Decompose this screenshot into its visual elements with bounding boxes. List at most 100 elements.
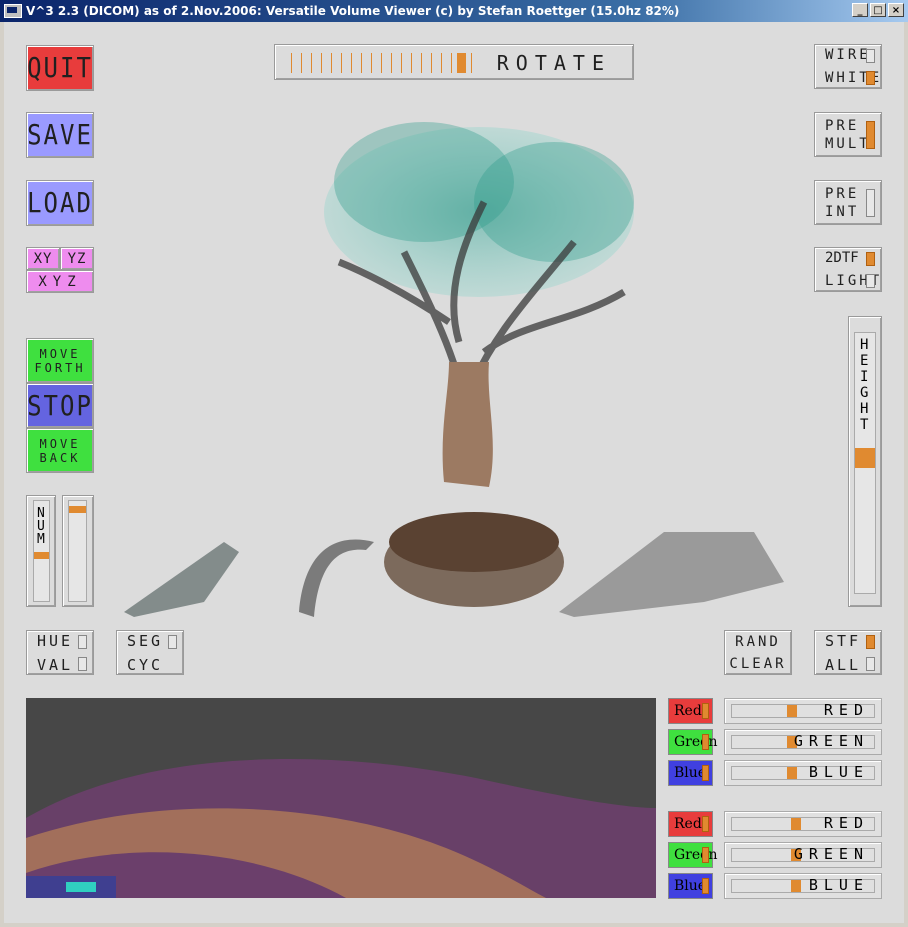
trunk bbox=[442, 362, 493, 487]
wire-white-toggle[interactable]: WIRE WHITE bbox=[814, 44, 882, 89]
height-slider[interactable]: HEIGHT bbox=[854, 332, 876, 594]
group2-blue-slider[interactable]: BLUE bbox=[724, 873, 882, 899]
title-bar[interactable]: V^3 2.3 (DICOM) as of 2.Nov.2006: Versat… bbox=[0, 0, 908, 22]
pre-int-toggle[interactable]: PRE INT bbox=[814, 180, 882, 225]
quit-button[interactable]: QUIT bbox=[26, 45, 94, 91]
channel-toggle[interactable] bbox=[702, 734, 709, 750]
stf-label: STF bbox=[825, 631, 862, 650]
depth-slider[interactable] bbox=[68, 500, 87, 602]
stf-all-toggle[interactable]: STF ALL bbox=[814, 630, 882, 675]
channel-toggle[interactable] bbox=[702, 765, 709, 781]
2dtf-toggle[interactable] bbox=[866, 252, 875, 266]
group2-blue-channel-button[interactable]: Blue bbox=[668, 873, 713, 899]
rand-label: RAND bbox=[735, 633, 781, 650]
channel-button-label: Red bbox=[674, 816, 702, 832]
slider-knob[interactable] bbox=[791, 818, 801, 830]
slice-right bbox=[559, 532, 784, 617]
channel-toggle[interactable] bbox=[702, 878, 709, 894]
app-icon bbox=[4, 4, 22, 18]
group2-red-channel-button[interactable]: Red bbox=[668, 811, 713, 837]
viewer-canvas[interactable]: QUIT SAVE LOAD XY YZ XYZ MOVE FORTH STOP… bbox=[4, 22, 904, 923]
2dtf-light-toggle[interactable]: 2DTF LIGHT bbox=[814, 247, 882, 292]
maximize-button[interactable]: □ bbox=[870, 3, 886, 17]
move-forth-button[interactable]: MOVE FORTH bbox=[26, 338, 94, 383]
slider-knob[interactable] bbox=[791, 880, 801, 892]
load-button[interactable]: LOAD bbox=[26, 180, 94, 226]
slider-label: BLUE bbox=[808, 876, 869, 894]
stf-toggle[interactable] bbox=[866, 635, 875, 649]
white-toggle[interactable] bbox=[866, 71, 875, 85]
channel-toggle[interactable] bbox=[702, 703, 709, 719]
depth-slider-knob[interactable] bbox=[69, 506, 86, 513]
val-label: VAL bbox=[37, 655, 74, 674]
group1-green-channel-button[interactable]: Green bbox=[668, 729, 717, 755]
slider-label: GREEN bbox=[793, 732, 869, 750]
stop-button[interactable]: STOP bbox=[26, 383, 94, 428]
pre-int-label-1: PRE bbox=[825, 185, 860, 202]
group1-green-slider[interactable]: GREEN bbox=[724, 729, 882, 755]
rotate-slider-knob[interactable] bbox=[457, 53, 466, 73]
yz-label: YZ bbox=[67, 250, 87, 267]
transfer-function-preview[interactable] bbox=[26, 698, 656, 898]
close-button[interactable]: × bbox=[888, 3, 904, 17]
xy-view-button[interactable]: XY bbox=[26, 247, 60, 270]
rotate-slider[interactable]: ROTATE bbox=[274, 44, 634, 80]
yz-view-button[interactable]: YZ bbox=[60, 247, 94, 270]
slider-label: RED bbox=[823, 814, 869, 832]
group2-green-channel-button[interactable]: Green bbox=[668, 842, 717, 868]
pre-int-indicator[interactable] bbox=[866, 189, 875, 217]
group1-red-channel-button[interactable]: Red bbox=[668, 698, 713, 724]
save-label: SAVE bbox=[27, 118, 93, 152]
xy-label: XY bbox=[33, 250, 53, 267]
group2-green-slider[interactable]: GREEN bbox=[724, 842, 882, 868]
rotate-label: ROTATE bbox=[496, 51, 611, 75]
seg-cyc-toggle[interactable]: SEG CYC bbox=[116, 630, 184, 675]
slider-knob[interactable] bbox=[787, 767, 797, 779]
move-back-button[interactable]: MOVE BACK bbox=[26, 428, 94, 473]
2dtf-label: 2DTF bbox=[825, 250, 859, 266]
volume-render[interactable] bbox=[104, 92, 804, 632]
wire-label: WIRE bbox=[825, 47, 871, 63]
foliage-right bbox=[474, 142, 634, 262]
channel-toggle[interactable] bbox=[702, 816, 709, 832]
group1-red-slider[interactable]: RED bbox=[724, 698, 882, 724]
root-top bbox=[389, 512, 559, 572]
group1-blue-slider[interactable]: BLUE bbox=[724, 760, 882, 786]
rand-clear-button[interactable]: RAND CLEAR bbox=[724, 630, 792, 675]
pre-mult-label-1: PRE bbox=[825, 117, 860, 134]
stop-label: STOP bbox=[27, 389, 93, 422]
num-label: NUM bbox=[37, 506, 45, 547]
group1-blue-channel-button[interactable]: Blue bbox=[668, 760, 713, 786]
minimize-button[interactable]: _ bbox=[852, 3, 868, 17]
num-slider-knob[interactable] bbox=[34, 552, 49, 559]
seg-toggle[interactable] bbox=[168, 635, 177, 649]
height-label: HEIGHT bbox=[860, 337, 869, 433]
slider-knob[interactable] bbox=[787, 705, 797, 717]
xyz-view-button[interactable]: XYZ bbox=[26, 270, 94, 293]
save-button[interactable]: SAVE bbox=[26, 112, 94, 158]
pre-int-label-2: INT bbox=[825, 203, 860, 220]
channel-button-label: Green bbox=[674, 847, 718, 863]
hue-toggle[interactable] bbox=[78, 635, 87, 649]
pre-mult-toggle[interactable]: PRE MULT bbox=[814, 112, 882, 157]
slice-curve bbox=[299, 539, 374, 617]
val-toggle[interactable] bbox=[78, 657, 87, 671]
move-forth-label-1: MOVE bbox=[39, 346, 81, 361]
pre-mult-indicator[interactable] bbox=[866, 121, 875, 149]
light-toggle[interactable] bbox=[866, 274, 875, 288]
slider-label: BLUE bbox=[808, 763, 869, 781]
all-toggle[interactable] bbox=[866, 657, 875, 671]
slider-label: GREEN bbox=[793, 845, 869, 863]
slice-left bbox=[124, 542, 239, 617]
wire-toggle[interactable] bbox=[866, 49, 875, 63]
seg-label: SEG bbox=[127, 631, 164, 650]
move-back-label-2: BACK bbox=[39, 450, 81, 465]
num-slider[interactable]: NUM bbox=[33, 500, 50, 602]
height-slider-knob[interactable] bbox=[855, 448, 875, 468]
hue-val-toggle[interactable]: HUE VAL bbox=[26, 630, 94, 675]
channel-toggle[interactable] bbox=[702, 847, 709, 863]
quit-label: QUIT bbox=[27, 51, 93, 85]
all-label: ALL bbox=[825, 655, 862, 674]
group2-red-slider[interactable]: RED bbox=[724, 811, 882, 837]
cyc-label: CYC bbox=[127, 655, 164, 674]
